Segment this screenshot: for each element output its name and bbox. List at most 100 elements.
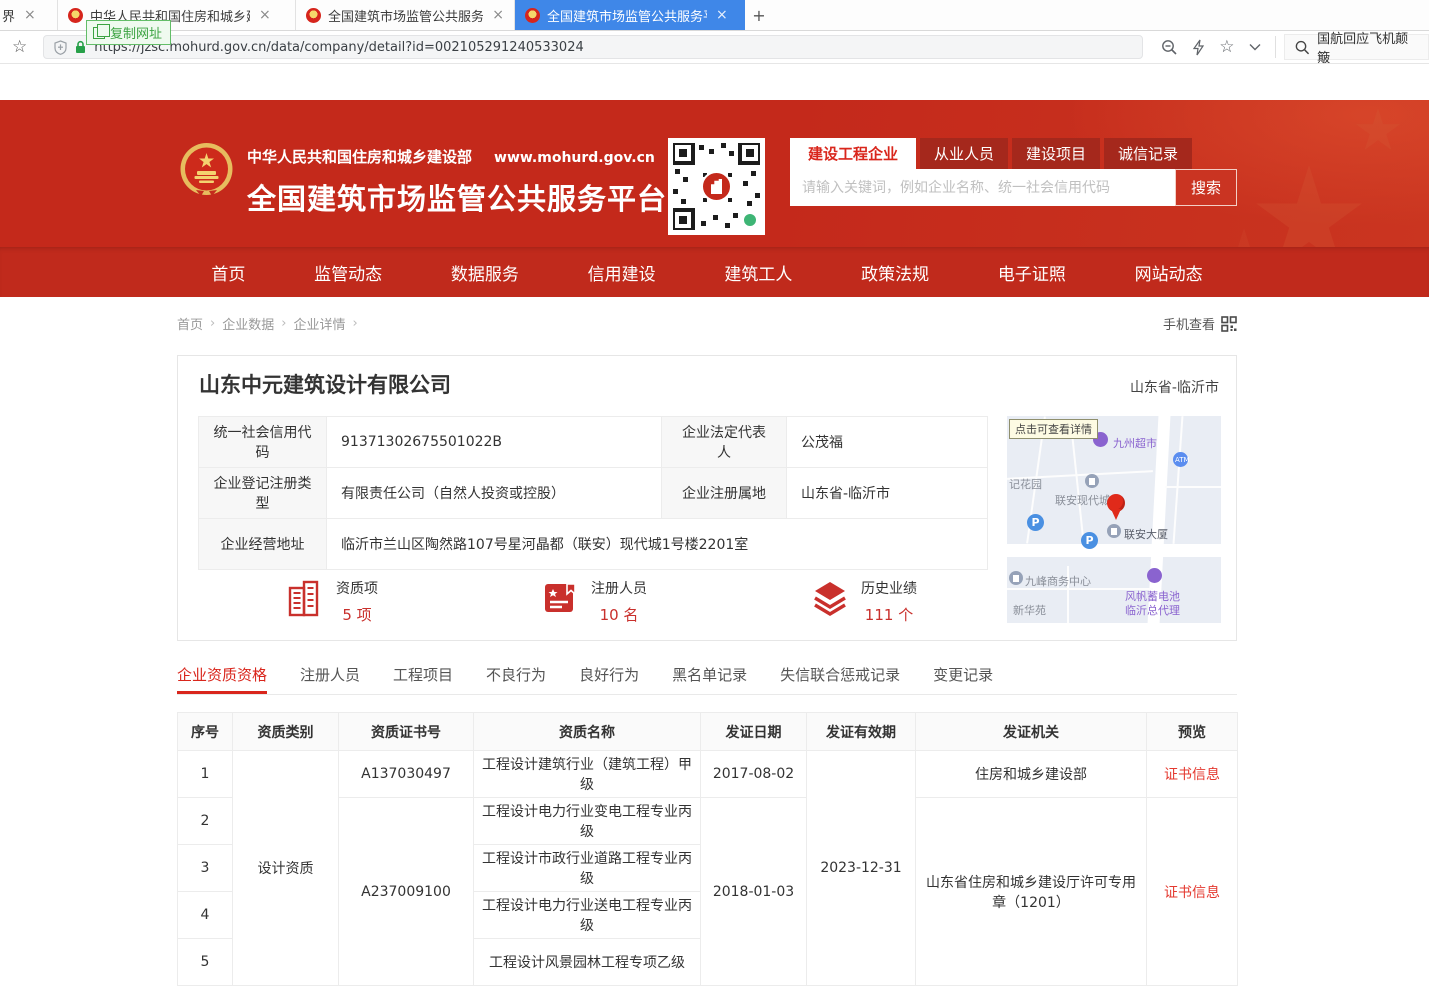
mobile-view-link[interactable]: 手机查看 (1163, 314, 1237, 333)
map-label-supermarket: 九州超市 (1113, 435, 1157, 451)
nav-item-supervision[interactable]: 监管动态 (314, 260, 382, 285)
nav-item-policy[interactable]: 政策法规 (861, 260, 929, 285)
search-tab-enterprise[interactable]: 建设工程企业 (790, 138, 916, 169)
cell-qual-name: 工程设计电力行业变电工程专业丙级 (474, 798, 701, 845)
qr-center-logo (701, 171, 732, 202)
certificate-info-link[interactable]: 证书信息 (1164, 885, 1220, 901)
ministry-name: 中华人民共和国住房和城乡建设部 (247, 146, 472, 167)
stat-label: 资质项 (336, 578, 378, 598)
qualification-table: 序号 资质类别 资质证书号 资质名称 发证日期 发证有效期 发证机关 预览 1 … (177, 712, 1238, 986)
map-label-business-center: 九峰商务中心 (1025, 573, 1091, 589)
tab-close-icon[interactable]: × (24, 7, 36, 23)
col-authority: 发证机关 (916, 713, 1147, 751)
national-emblem-icon (178, 141, 235, 201)
tab-qualifications[interactable]: 企业资质资格 (177, 664, 267, 694)
tab-registered-personnel[interactable]: 注册人员 (300, 664, 360, 694)
header-qr-code (668, 138, 765, 235)
building-poi-icon (1085, 474, 1099, 488)
bookmark-star-icon[interactable]: ☆ (12, 37, 27, 57)
breadcrumb-company-data[interactable]: 企业数据 (222, 314, 274, 333)
parking-icon: P (1027, 514, 1044, 531)
tab-projects[interactable]: 工程项目 (393, 664, 453, 694)
stat-value: 111 个 (861, 604, 917, 625)
cell-qual-name: 工程设计风景园林工程专项乙级 (474, 939, 701, 986)
breadcrumb-company-detail[interactable]: 企业详情 (293, 314, 345, 333)
building-poi-icon (1009, 571, 1023, 585)
map-label-battery-2: 临沂总代理 (1125, 602, 1180, 618)
nav-item-certificate[interactable]: 电子证照 (998, 260, 1066, 285)
search-tab-personnel[interactable]: 从业人员 (920, 138, 1008, 169)
zoom-out-icon[interactable] (1161, 39, 1178, 56)
cell-seq: 3 (178, 845, 233, 892)
nav-item-credit[interactable]: 信用建设 (588, 260, 656, 285)
copy-url-tooltip-text: 复制网址 (110, 23, 162, 42)
company-location-pin-icon (1107, 494, 1125, 512)
browser-tab-partial[interactable]: 界 × (0, 0, 58, 30)
chevron-down-icon[interactable] (1249, 43, 1261, 51)
emblem-favicon-icon (525, 8, 540, 23)
stat-value: 10 名 (591, 604, 647, 625)
quick-search-box[interactable]: 国航回应飞机颠簸 (1284, 34, 1429, 60)
tab-blacklist[interactable]: 黑名单记录 (672, 664, 747, 694)
copy-icon (93, 27, 105, 39)
building-poi-icon (1107, 524, 1121, 538)
search-tab-project[interactable]: 建设项目 (1012, 138, 1100, 169)
cell-seq: 2 (178, 798, 233, 845)
lightning-icon[interactable] (1192, 39, 1205, 56)
reg-type-value: 有限责任公司（自然人投资或控股） (327, 468, 662, 519)
tab-close-icon[interactable]: × (716, 7, 728, 23)
tab-close-icon[interactable]: × (259, 7, 271, 23)
legal-rep-value: 公茂福 (787, 417, 988, 468)
search-button[interactable]: 搜索 (1175, 169, 1237, 206)
tab-close-icon[interactable]: × (492, 7, 504, 23)
map-road (1173, 416, 1184, 544)
keyword-search-input[interactable] (790, 169, 1175, 206)
company-region: 山东省-临沂市 (1130, 377, 1219, 397)
tab-dishonesty[interactable]: 失信联合惩戒记录 (780, 664, 900, 694)
shield-icon[interactable] (54, 40, 67, 55)
new-tab-button[interactable]: + (745, 0, 773, 30)
cell-category: 设计资质 (233, 751, 339, 986)
map-road (1071, 436, 1084, 544)
emblem-favicon-icon (306, 8, 321, 23)
legal-rep-label: 企业法定代表人 (662, 417, 787, 468)
copy-url-tooltip: 复制网址 (86, 20, 171, 45)
qr-code-icon[interactable] (1221, 316, 1237, 332)
nav-item-home[interactable]: 首页 (211, 260, 245, 285)
detail-tab-bar: 企业资质资格 注册人员 工程项目 不良行为 良好行为 黑名单记录 失信联合惩戒记… (177, 664, 1237, 695)
address-label: 企业经营地址 (199, 519, 327, 570)
tab-good-behavior[interactable]: 良好行为 (579, 664, 639, 694)
https-lock-icon (75, 40, 86, 54)
ministry-website: www.mohurd.gov.cn (494, 150, 655, 166)
cell-seq: 5 (178, 939, 233, 986)
col-cert-no: 资质证书号 (339, 713, 474, 751)
col-name: 资质名称 (474, 713, 701, 751)
nav-item-site-news[interactable]: 网站动态 (1135, 260, 1203, 285)
cell-issue-date: 2017-08-02 (701, 751, 807, 798)
nav-item-data-service[interactable]: 数据服务 (451, 260, 519, 285)
platform-title: 全国建筑市场监管公共服务平台 (247, 176, 667, 218)
tab-change-records[interactable]: 变更记录 (933, 664, 993, 694)
nav-item-workers[interactable]: 建筑工人 (724, 260, 792, 285)
credit-code-label: 统一社会信用代码 (199, 417, 327, 468)
tab-bad-behavior[interactable]: 不良行为 (486, 664, 546, 694)
company-summary-card: 山东中元建筑设计有限公司 山东省-临沂市 统一社会信用代码 9137130267… (177, 355, 1237, 641)
search-icon (1295, 40, 1310, 55)
cell-cert-no: A137030497 (339, 751, 474, 798)
map-label-modern-city: 联安现代城 (1055, 492, 1110, 508)
stat-label: 注册人员 (591, 578, 647, 598)
reg-region-label: 企业注册属地 (662, 468, 787, 519)
toolbar-divider (1275, 36, 1276, 58)
browser-tab-jzsc-1[interactable]: 全国建筑市场监管公共服务平台 × (296, 0, 515, 30)
col-seq: 序号 (178, 713, 233, 751)
quick-search-text[interactable]: 国航回应飞机颠簸 (1317, 28, 1418, 66)
search-tab-credit[interactable]: 诚信记录 (1104, 138, 1192, 169)
favorite-star-icon[interactable]: ☆ (1219, 37, 1234, 57)
address-omnibox[interactable]: https://jzsc.mohurd.gov.cn/data/company/… (43, 35, 1143, 59)
certificate-info-link[interactable]: 证书信息 (1164, 767, 1220, 783)
browser-tab-jzsc-active[interactable]: 全国建筑市场监管公共服务平台 × (515, 0, 745, 30)
layers-icon (811, 578, 849, 618)
cell-authority: 山东省住房和城乡建设厅许可专用章（1201） (916, 798, 1147, 986)
breadcrumb-home[interactable]: 首页 (177, 314, 203, 333)
location-map[interactable]: 九州超市 ATM 记花园 联安现代城 P P 联安大厦 九峰商务中心 风帆蓄电池… (1007, 416, 1221, 623)
